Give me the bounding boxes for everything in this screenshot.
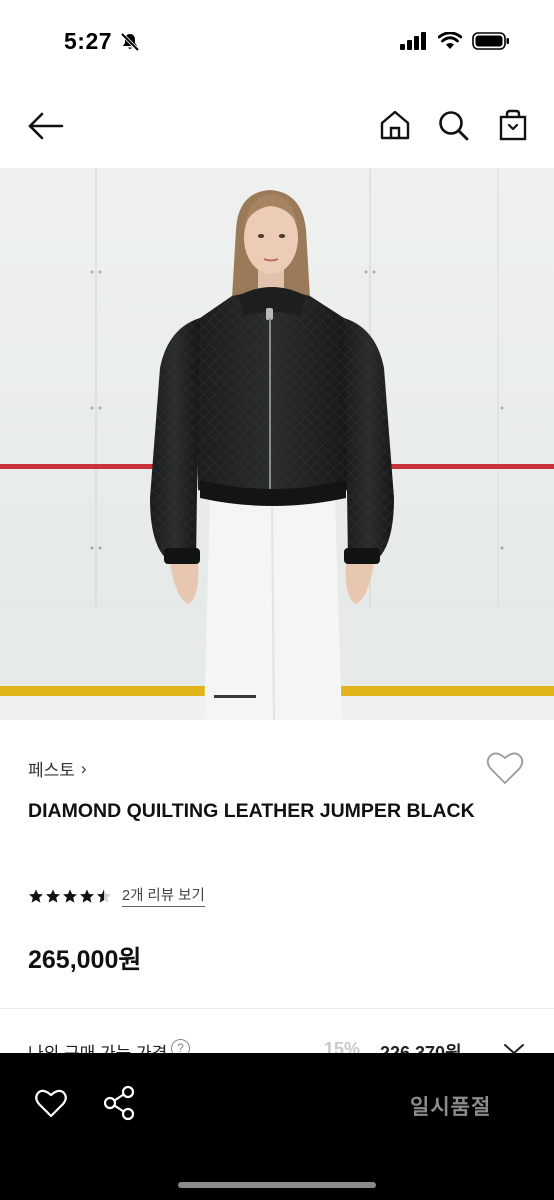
shopping-bag-icon[interactable] xyxy=(496,108,530,142)
star-full-icon xyxy=(63,888,77,903)
cellular-signal-icon xyxy=(400,32,426,50)
product-photo xyxy=(0,168,554,720)
product-title: DIAMOND QUILTING LEATHER JUMPER BLACK xyxy=(28,800,475,822)
home-indicator[interactable] xyxy=(178,1182,376,1188)
star-full-icon xyxy=(46,888,60,903)
home-icon[interactable] xyxy=(378,108,412,142)
product-image[interactable] xyxy=(0,168,554,720)
chevron-right-icon: › xyxy=(80,758,87,778)
star-full-icon xyxy=(29,888,43,903)
search-icon[interactable] xyxy=(436,108,470,142)
status-icons xyxy=(400,32,510,50)
sold-out-label: 일시품절 xyxy=(410,1096,492,1119)
status-bar: 5:27 xyxy=(0,0,554,82)
star-rating xyxy=(28,888,112,904)
star-half-icon xyxy=(97,888,111,903)
arrow-left-icon[interactable] xyxy=(26,110,66,142)
carousel-page-indicator xyxy=(214,695,256,698)
bell-off-icon xyxy=(120,32,140,52)
divider xyxy=(0,1008,554,1009)
battery-icon xyxy=(472,32,509,50)
bottom-action-bar: 일시품절 xyxy=(0,1053,554,1200)
review-link[interactable]: 2개 리뷰 보기 xyxy=(122,884,205,907)
brand-link[interactable]: 페스토 › xyxy=(28,756,87,781)
share-icon[interactable] xyxy=(102,1085,136,1121)
product-price: 265,000원 xyxy=(28,946,142,974)
status-time: 5:27 xyxy=(64,28,113,54)
heart-icon[interactable] xyxy=(486,750,524,786)
star-full-icon xyxy=(80,888,94,903)
heart-icon[interactable] xyxy=(34,1087,68,1119)
brand-name: 페스토 xyxy=(28,761,75,780)
rating-row: 2개 리뷰 보기 xyxy=(28,884,205,907)
wifi-icon xyxy=(438,32,462,49)
nav-bar xyxy=(0,90,554,162)
